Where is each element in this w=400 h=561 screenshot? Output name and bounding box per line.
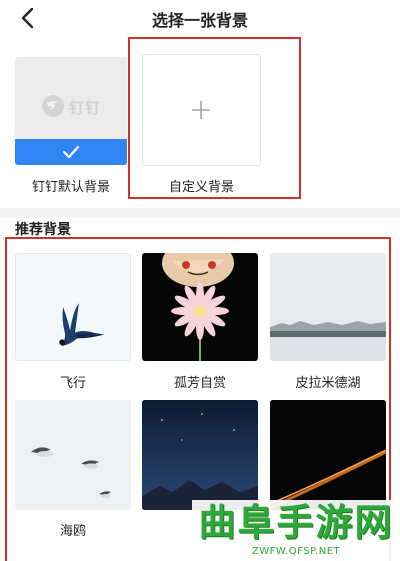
site-watermark: 曲阜手游网 ZWFW.QFSP.NET	[192, 500, 400, 561]
seagulls-icon	[31, 447, 111, 498]
dingtalk-wing-icon	[42, 95, 64, 117]
bird-in-flight-icon	[59, 303, 105, 347]
page-title: 选择一张背景	[151, 11, 248, 30]
misty-lake-icon	[270, 253, 386, 361]
custom-background-label: 自定义背景	[168, 180, 234, 195]
background-thumb-flying[interactable]	[15, 253, 131, 361]
watermark-url: ZWFW.QFSP.NET	[251, 546, 341, 557]
dingtalk-logo-text: 钉钉	[69, 99, 102, 117]
header-bar: 选择一张背景	[0, 0, 400, 38]
checkmark-icon	[62, 145, 80, 159]
background-thumb-seagulls[interactable]	[15, 400, 131, 510]
background-label: 海鸥	[59, 524, 86, 539]
plus-icon	[190, 99, 212, 121]
light-trail-icon	[270, 400, 386, 510]
background-thumb-flower[interactable]	[142, 253, 258, 361]
section-divider	[0, 208, 400, 218]
background-thumb-night-sky[interactable]	[142, 400, 258, 510]
night-mountains-icon	[142, 400, 258, 510]
default-background-card[interactable]: 钉钉	[15, 57, 127, 165]
background-label: 皮拉米德湖	[295, 376, 361, 391]
flower-on-black-icon	[162, 253, 234, 361]
background-label: 飞行	[59, 376, 86, 391]
dingtalk-logo: 钉钉	[42, 95, 104, 119]
background-thumb-light-trail[interactable]	[270, 400, 386, 510]
watermark-title: 曲阜手游网	[198, 501, 394, 544]
recommended-title: 推荐背景	[15, 222, 71, 238]
default-background-label: 钉钉默认背景	[31, 180, 110, 195]
background-thumb-lake[interactable]	[270, 253, 386, 361]
background-label: 孤芳自赏	[173, 376, 226, 391]
selected-indicator	[15, 139, 127, 165]
custom-background-button[interactable]	[142, 54, 261, 166]
